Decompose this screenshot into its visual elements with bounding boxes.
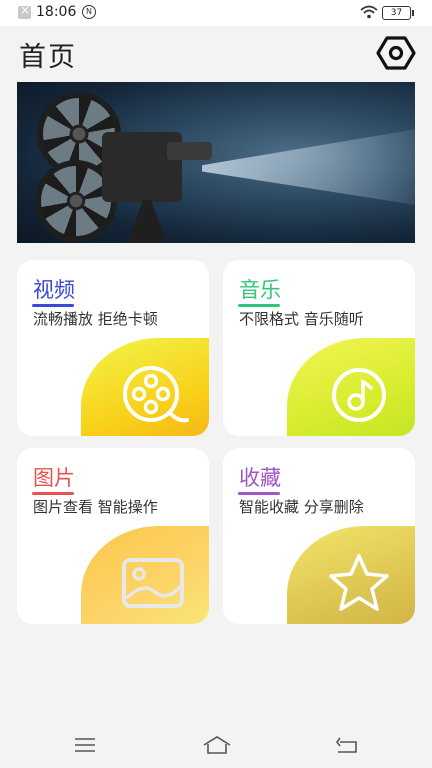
favorites-card[interactable]: 收藏 智能收藏 分享删除 [223,448,415,624]
back-icon[interactable] [334,734,360,756]
wifi-icon [360,5,378,19]
nfc-icon: N [82,5,96,19]
card-title-underline [32,492,74,495]
video-card[interactable]: 视频 流畅播放 拒绝卡顿 [17,260,209,436]
card-title-underline [238,492,280,495]
battery-icon: 37 [382,6,414,20]
hero-banner[interactable] [17,82,415,243]
card-subtitle: 不限格式 音乐随听 [239,310,364,328]
menu-icon[interactable] [72,734,98,756]
card-subtitle: 智能收藏 分享删除 [239,498,364,516]
home-icon[interactable] [202,734,232,756]
film-reel-icon [123,366,189,423]
status-time: 18:06 [36,4,77,20]
star-icon [329,554,389,611]
no-sim-icon [18,3,31,19]
card-title-underline [238,304,280,307]
card-title: 收藏 [239,466,281,490]
card-title: 视频 [33,278,75,302]
settings-hexagon-icon[interactable] [376,33,416,73]
app-header: 首页 [0,26,432,82]
card-title-underline [32,304,74,307]
projector-lens [167,142,212,160]
card-title: 图片 [33,466,75,490]
status-bar: 18:06 N 37 [0,0,432,26]
music-card[interactable]: 音乐 不限格式 音乐随听 [223,260,415,436]
projector-light-beam [202,126,415,208]
projector-stand [127,200,167,243]
music-note-icon [332,368,386,422]
system-nav-bar [0,722,432,768]
card-subtitle: 流畅播放 拒绝卡顿 [33,310,158,328]
page-title: 首页 [19,42,77,73]
image-icon [122,558,184,608]
card-title: 音乐 [239,278,281,302]
pictures-card[interactable]: 图片 图片查看 智能操作 [17,448,209,624]
card-subtitle: 图片查看 智能操作 [33,498,158,516]
